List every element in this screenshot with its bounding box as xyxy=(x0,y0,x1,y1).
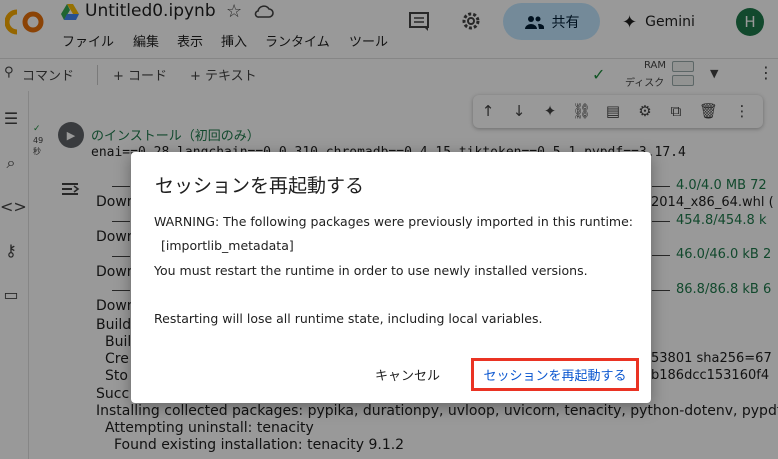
dialog-restart-note: You must restart the runtime in order to… xyxy=(154,263,588,278)
restart-session-dialog: セッションを再起動する WARNING: The following packa… xyxy=(131,152,651,403)
dialog-title: セッションを再起動する xyxy=(155,175,365,197)
restart-session-button[interactable]: セッションを再起動する xyxy=(471,358,639,391)
dialog-package: [importlib_metadata] xyxy=(161,238,294,253)
cancel-button[interactable]: キャンセル xyxy=(367,361,448,388)
dialog-lose-note: Restarting will lose all runtime state, … xyxy=(154,311,543,326)
dialog-warning: WARNING: The following packages were pre… xyxy=(154,214,634,229)
